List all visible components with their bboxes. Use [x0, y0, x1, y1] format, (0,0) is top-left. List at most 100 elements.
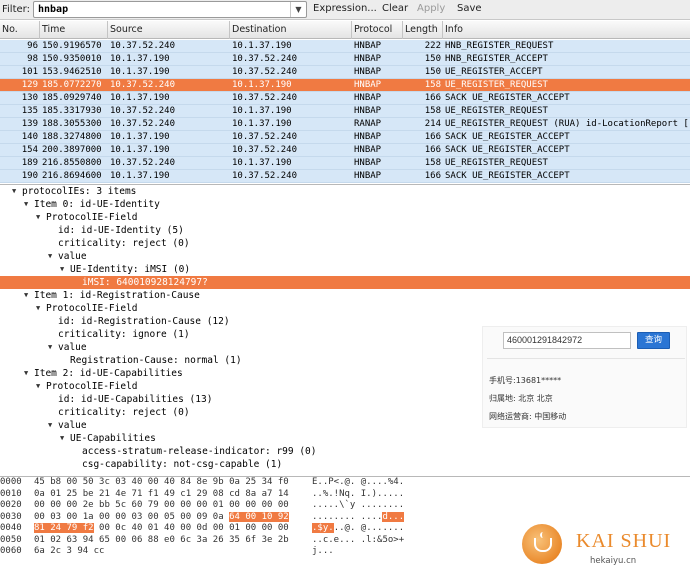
tree-node-label: id: id-UE-Capabilities (13) — [58, 394, 213, 405]
packet-row[interactable]: 96 150.9196570 10.37.52.240 10.1.37.190 HNBA… — [0, 40, 690, 53]
cell-source: 10.1.37.190 — [110, 54, 170, 64]
bytes-hex[interactable]: 01 02 63 94 65 00 06 88 e0 6c 3a 26 35 6… — [34, 535, 289, 547]
cell-length: 166 — [424, 132, 441, 142]
bytes-hex[interactable]: 00 00 00 2e bb 5c 60 79 00 00 00 01 00 0… — [34, 500, 289, 512]
bytes-offset: 0020 — [0, 500, 22, 510]
column-header-time[interactable]: Time — [40, 21, 108, 39]
filter-input[interactable]: hnbap ▼ — [33, 1, 307, 18]
bytes-hex[interactable]: 81 24 79 f2 00 0c 40 01 40 00 0d 00 01 0… — [34, 523, 289, 535]
bytes-ascii[interactable]: j... — [312, 546, 334, 558]
bytes-ascii[interactable]: ..%.!Nq. I.)..... — [312, 489, 404, 501]
bytes-hex[interactable]: 45 b8 00 50 3c 03 40 00 40 84 8e 9b 0a 2… — [34, 477, 289, 489]
ascii-segment: E..P<.@. @....%4. — [312, 477, 405, 487]
cell-source: 10.1.37.190 — [110, 145, 170, 155]
bytes-hex[interactable]: 6a 2c 3 94 cc — [34, 546, 104, 558]
packet-row[interactable]: 130 185.0929740 10.1.37.190 10.37.52.240 HNB… — [0, 92, 690, 105]
packet-row[interactable]: 189 216.8550800 10.37.52.240 10.1.37.190 HNB… — [0, 157, 690, 170]
tree-node[interactable]: ▼ Item 1: id-Registration-Cause — [0, 289, 690, 302]
column-header-length[interactable]: Length — [403, 21, 443, 39]
expand-arrow-icon[interactable]: ▼ — [24, 289, 28, 302]
tree-node[interactable]: ▼ UE-Identity: iMSI (0) — [0, 263, 690, 276]
tree-node-label: criticality: ignore (1) — [58, 329, 190, 340]
tree-node-label: UE-Identity: iMSI (0) — [70, 264, 191, 275]
cell-protocol: HNBAP — [354, 171, 382, 181]
tree-node[interactable]: ▼ value — [0, 250, 690, 263]
filter-toolbar: Filter: hnbap ▼ Expression... Clear Appl… — [0, 0, 690, 20]
bytes-hex[interactable]: 0a 01 25 be 21 4e 71 f1 49 c1 29 08 cd 8… — [34, 489, 289, 501]
expand-arrow-icon[interactable]: ▼ — [24, 367, 28, 380]
cell-destination: 10.37.52.240 — [232, 145, 298, 155]
save-button[interactable]: Save — [457, 3, 482, 14]
cell-no: 140 — [21, 132, 38, 142]
bytes-ascii[interactable]: ........ ....d... — [312, 511, 405, 524]
expand-arrow-icon[interactable]: ▼ — [24, 198, 28, 211]
bytes-offset: 0000 — [0, 477, 22, 487]
apply-button[interactable]: Apply — [417, 3, 445, 14]
tree-node-label: value — [58, 251, 87, 262]
column-header-no[interactable]: No. — [0, 21, 40, 39]
watermark-name: KAI SHUI — [576, 530, 672, 552]
expand-arrow-icon[interactable]: ▼ — [60, 432, 64, 445]
hex-segment: 0a 01 25 be 21 4e 71 f1 49 c1 29 08 cd 8… — [34, 488, 289, 499]
expression-button[interactable]: Expression... — [313, 3, 377, 14]
expand-arrow-icon[interactable]: ▼ — [36, 211, 40, 224]
packet-row[interactable]: 139 188.3055300 10.37.52.240 10.1.37.190 RAN… — [0, 118, 690, 131]
packet-row[interactable]: 101 153.9462510 10.1.37.190 10.37.52.240 HNB… — [0, 66, 690, 79]
column-header-source[interactable]: Source — [108, 21, 230, 39]
tree-node[interactable]: ▼ ProtocolIE-Field — [0, 211, 690, 224]
cell-length: 150 — [424, 67, 441, 77]
cell-no: 101 — [21, 67, 38, 77]
packet-row[interactable]: 135 185.3317930 10.37.52.240 10.1.37.190 HNB… — [0, 105, 690, 118]
packet-list-header: No. Time Source Destination Protocol Len… — [0, 21, 690, 39]
packet-row[interactable]: 140 188.3274800 10.1.37.190 10.37.52.240 HNB… — [0, 131, 690, 144]
column-header-protocol[interactable]: Protocol — [352, 21, 403, 39]
ascii-segment: ..c.e... .l:&5o>+ — [312, 534, 405, 545]
query-button[interactable]: 查询 — [637, 332, 670, 349]
bytes-offset: 0050 — [0, 534, 22, 545]
tree-node[interactable]: csg-capability: not-csg-capable (1) — [0, 458, 690, 471]
packet-row[interactable]: 98 150.9350010 10.1.37.190 10.37.52.240 HNBA… — [0, 53, 690, 66]
tree-node[interactable]: access-stratum-release-indicator: r99 (0… — [0, 445, 690, 458]
packet-row[interactable]: 129 185.0772270 10.37.52.240 10.1.37.190 HNB… — [0, 79, 690, 92]
column-header-destination[interactable]: Destination — [230, 21, 352, 39]
tree-node[interactable]: iMSI: 640010928124797? — [0, 276, 690, 289]
cell-protocol: HNBAP — [354, 54, 382, 64]
bytes-hex[interactable]: 00 03 00 1a 00 00 03 00 05 00 09 0a 64 0… — [34, 511, 289, 524]
tree-node[interactable]: ▼ Item 0: id-UE-Identity — [0, 198, 690, 211]
tree-node[interactable]: ▼ ProtocolIE-Field — [0, 302, 690, 315]
expand-arrow-icon[interactable]: ▼ — [48, 341, 52, 354]
bytes-offset: 0010 — [0, 488, 22, 499]
watermark-url: hekaiyu.cn — [590, 556, 637, 566]
bytes-ascii[interactable]: .....\`y ........ — [312, 500, 404, 512]
expand-arrow-icon[interactable]: ▼ — [36, 380, 40, 393]
packet-row[interactable]: 154 200.3897000 10.1.37.190 10.37.52.240 HNB… — [0, 144, 690, 157]
expand-arrow-icon[interactable]: ▼ — [12, 185, 16, 198]
cell-protocol: HNBAP — [354, 106, 382, 116]
clear-button[interactable]: Clear — [382, 3, 408, 14]
tree-node-label: UE-Capabilities — [70, 433, 156, 444]
cell-source: 10.1.37.190 — [110, 93, 170, 103]
tree-node[interactable]: ▼ protocolIEs: 3 items — [0, 185, 690, 198]
imsi-lookup-input[interactable]: 460001291842972 — [503, 332, 631, 349]
expand-arrow-icon[interactable]: ▼ — [60, 263, 64, 276]
bytes-ascii[interactable]: .$y...@. @....... — [312, 523, 404, 535]
bytes-ascii[interactable]: ..c.e... .l:&5o>+ — [312, 535, 404, 547]
bytes-ascii[interactable]: E..P<.@. @....%4. — [312, 477, 404, 489]
lookup-divider — [487, 358, 685, 359]
packet-row[interactable]: 190 216.8694600 10.1.37.190 10.37.52.240 HNB… — [0, 170, 690, 183]
expand-arrow-icon[interactable]: ▼ — [48, 250, 52, 263]
column-header-info[interactable]: Info — [443, 21, 690, 39]
hex-segment: 45 b8 00 50 3c 03 40 00 40 84 8e 9b 0a 2… — [34, 477, 289, 487]
cell-no: 135 — [21, 106, 38, 116]
tree-node[interactable]: id: id-UE-Identity (5) — [0, 224, 690, 237]
packet-rows: 96 150.9196570 10.37.52.240 10.1.37.190 HNBA… — [0, 40, 690, 183]
cell-destination: 10.37.52.240 — [232, 67, 298, 77]
tree-node[interactable]: ▼ UE-Capabilities — [0, 432, 690, 445]
expand-arrow-icon[interactable]: ▼ — [48, 419, 52, 432]
tree-node-label: criticality: reject (0) — [58, 238, 190, 249]
expand-arrow-icon[interactable]: ▼ — [36, 302, 40, 315]
cell-info: UE_REGISTER_REQUEST — [445, 80, 548, 90]
chevron-down-icon[interactable]: ▼ — [290, 2, 306, 17]
tree-node[interactable]: criticality: reject (0) — [0, 237, 690, 250]
cell-length: 222 — [424, 41, 441, 51]
